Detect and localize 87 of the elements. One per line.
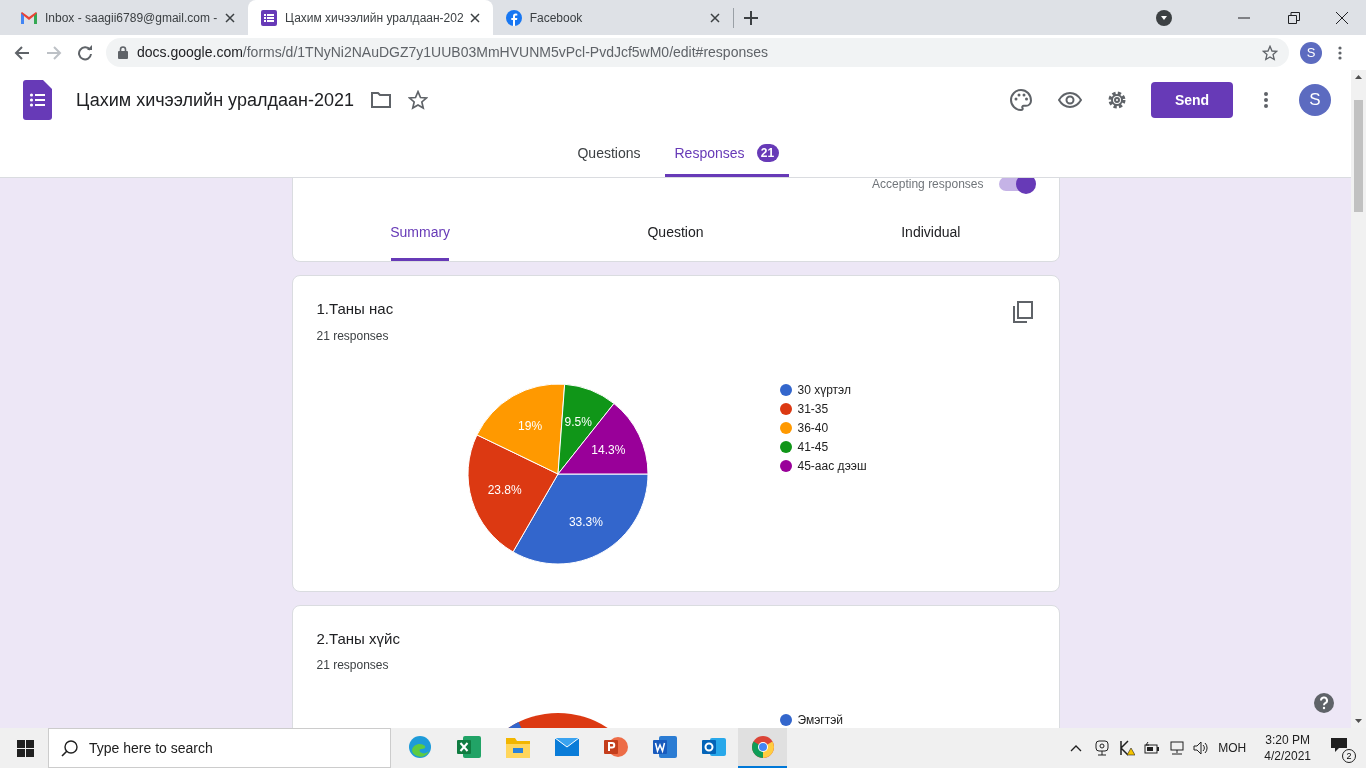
response-count: 21 responses xyxy=(316,327,389,345)
folder-app-icon xyxy=(505,736,530,758)
menu-icon[interactable] xyxy=(1338,45,1342,60)
lock-icon xyxy=(118,46,128,59)
close-icon[interactable] xyxy=(709,12,720,23)
close-icon[interactable] xyxy=(1336,11,1348,24)
slice-label: 23.8% xyxy=(487,482,522,497)
warning-app-icon[interactable] xyxy=(1119,740,1136,756)
network-icon[interactable] xyxy=(1169,741,1186,755)
webcam-icon[interactable] xyxy=(1095,740,1110,756)
tab-title: Facebook xyxy=(529,9,584,27)
legend-label: 31-35 xyxy=(797,401,829,418)
close-icon[interactable] xyxy=(469,12,480,23)
windows-start-icon[interactable] xyxy=(17,739,34,757)
browser-wave-icon xyxy=(407,735,432,759)
forms-logo-icon xyxy=(23,80,52,120)
new-tab-button[interactable] xyxy=(743,10,758,25)
document-app-icon xyxy=(652,736,677,758)
help-icon[interactable] xyxy=(1314,693,1334,713)
legend-label: 45-аас дээш xyxy=(797,458,867,475)
envelope-app-icon xyxy=(554,738,579,756)
tab-title: Цахим хичээлийн уралдаан-202 xyxy=(285,9,464,27)
address-bar[interactable]: docs.google.com/forms/d/1TNyNi2NAuDGZ7y1UUB03MmHVUNM5vPcl-PvdJcf5wM0/edit#responses xyxy=(106,38,1289,67)
view-tab[interactable]: Summary xyxy=(391,194,450,261)
chevron-up-icon[interactable] xyxy=(1070,744,1083,752)
browser-tab[interactable]: Facebook xyxy=(492,0,733,35)
view-tab[interactable]: Individual xyxy=(901,194,960,261)
spreadsheet-app-icon xyxy=(456,736,481,758)
back-icon[interactable] xyxy=(14,44,30,61)
settings-icon[interactable] xyxy=(1106,89,1128,111)
tab-title: Inbox - saagii6789@gmail.com - xyxy=(45,9,219,27)
url-text: docs.google.com/forms/d/1TNyNi2NAuDGZ7y1UUB03MmHVUNM5vPcl-PvdJcf5wM0/edit#responses xyxy=(137,43,768,62)
legend-label: 36-40 xyxy=(797,420,829,437)
slice-label: 33.3% xyxy=(568,514,603,529)
battery-icon[interactable] xyxy=(1144,742,1161,754)
legend-label: 30 хүртэл xyxy=(797,382,851,399)
scrollbar[interactable] xyxy=(1351,70,1366,728)
palette-icon[interactable] xyxy=(1010,89,1032,111)
slides-app-icon xyxy=(603,736,628,758)
browser-tab[interactable]: Inbox - saagii6789@gmail.com - xyxy=(8,0,248,35)
star-icon[interactable] xyxy=(407,90,428,110)
minimize-icon[interactable] xyxy=(1238,16,1250,19)
slice-label: 19% xyxy=(517,418,542,433)
input-language[interactable]: МОН xyxy=(1218,739,1247,757)
slice-label: 14.3% xyxy=(590,442,625,457)
scroll-down-icon[interactable] xyxy=(1355,719,1362,723)
speaker-icon[interactable] xyxy=(1193,741,1210,755)
count-badge: 21 xyxy=(756,144,779,162)
accepting-label: Accepting responses xyxy=(872,178,984,193)
notification-count: 2 xyxy=(1342,749,1356,763)
close-icon[interactable] xyxy=(225,12,235,23)
mail-logo-icon xyxy=(21,11,37,24)
search-icon xyxy=(61,740,78,757)
reload-icon[interactable] xyxy=(77,44,93,61)
more-icon[interactable] xyxy=(1264,92,1268,108)
notification-icon xyxy=(1330,737,1348,753)
browser-tab[interactable]: Цахим хичээлийн уралдаан-202 xyxy=(248,0,493,35)
legend-label: Эмэгтэй xyxy=(797,711,844,728)
accepting-toggle[interactable] xyxy=(998,178,1035,191)
preview-eye-icon[interactable] xyxy=(1058,92,1082,108)
star-icon[interactable] xyxy=(1262,44,1278,61)
question-title: 2.Таны хүйс xyxy=(316,628,400,649)
account-avatar[interactable]: S xyxy=(1299,84,1331,116)
plus-icon xyxy=(743,10,758,25)
forms-logo-icon xyxy=(261,9,277,26)
taskbar-app[interactable] xyxy=(738,728,787,768)
folder-icon[interactable] xyxy=(370,92,391,108)
taskbar-search-field[interactable]: Type here to search xyxy=(48,728,391,768)
slice-label: 9.5% xyxy=(564,414,592,429)
form-title[interactable]: Цахим хичээлийн уралдаан-2021 xyxy=(76,86,354,114)
profile-avatar[interactable]: S xyxy=(1300,41,1322,64)
send-button[interactable]: Send xyxy=(1151,82,1233,118)
view-tab[interactable]: Question xyxy=(646,194,705,261)
response-count: 21 responses xyxy=(316,657,389,674)
scrollbar-thumb[interactable] xyxy=(1354,100,1363,212)
copy-icon[interactable] xyxy=(1012,301,1033,323)
clock-date[interactable]: 4/2/2021 xyxy=(1264,748,1311,764)
social-logo-icon xyxy=(505,9,522,26)
tab-search-icon[interactable] xyxy=(1156,9,1172,26)
chrome-browser-icon xyxy=(750,735,775,759)
restore-icon[interactable] xyxy=(1288,11,1300,24)
clock-time[interactable]: 3:20 PM xyxy=(1265,732,1310,748)
calendar-mail-app-icon xyxy=(701,736,726,758)
scroll-up-icon[interactable] xyxy=(1355,75,1362,79)
question-title: 1.Таны нас xyxy=(316,299,394,319)
nav-tab[interactable]: Questions xyxy=(567,129,651,177)
legend-label: 41-45 xyxy=(797,439,829,456)
